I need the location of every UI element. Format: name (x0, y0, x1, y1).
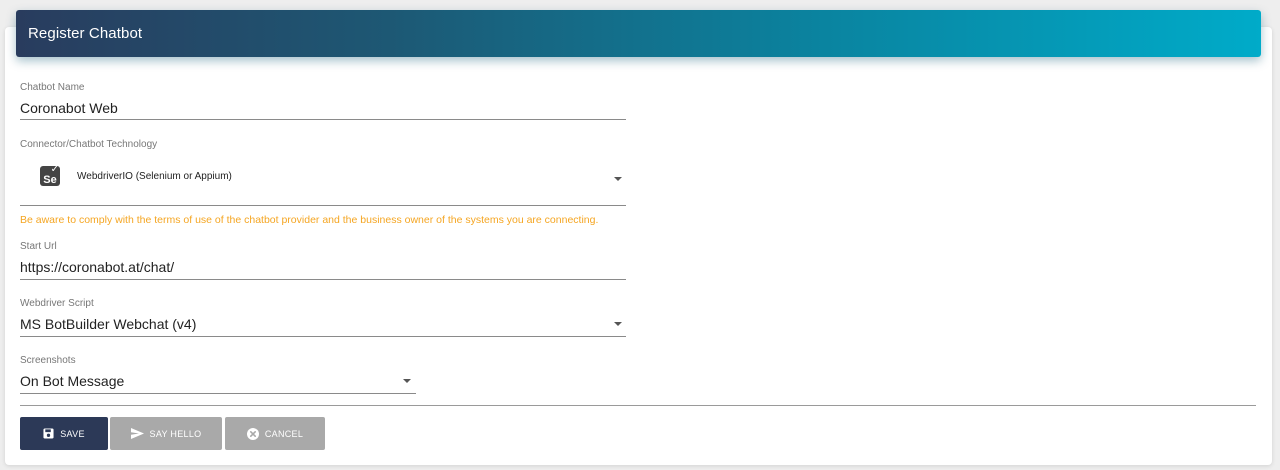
cancel-button[interactable]: CANCEL (225, 417, 325, 450)
screenshots-selected-value: On Bot Message (20, 373, 125, 389)
save-icon (43, 428, 54, 439)
terms-warning-text: Be aware to comply with the terms of use… (20, 214, 599, 226)
webdriver-script-selected-value: MS BotBuilder Webchat (v4) (20, 316, 197, 332)
page-title: Register Chatbot (28, 25, 143, 42)
chevron-down-icon[interactable] (614, 177, 622, 181)
save-button[interactable]: SAVE (20, 417, 108, 450)
card-header: Register Chatbot (16, 10, 1261, 57)
chatbot-name-label: Chatbot Name (20, 82, 85, 93)
chatbot-name-underline (20, 119, 626, 120)
screenshots-label: Screenshots (20, 355, 76, 366)
start-url-input[interactable]: https://coronabot.at/chat/ (20, 259, 174, 275)
chevron-down-icon[interactable] (614, 322, 622, 326)
selenium-icon-text: Se (43, 174, 57, 186)
webdriver-script-label: Webdriver Script (20, 298, 94, 309)
connector-underline (20, 205, 626, 206)
say-hello-button[interactable]: SAY HELLO (110, 417, 222, 450)
start-url-underline (20, 279, 626, 280)
selenium-icon: ✓ Se (40, 164, 60, 186)
save-button-label: SAVE (60, 428, 85, 439)
chatbot-name-input[interactable]: Coronabot Web (20, 100, 118, 116)
connector-label: Connector/Chatbot Technology (20, 139, 158, 150)
start-url-label: Start Url (20, 241, 57, 252)
register-chatbot-card (5, 27, 1272, 465)
send-icon (130, 428, 144, 439)
connector-select[interactable]: Connector/Chatbot Technology ✓ Se Webdri… (20, 139, 626, 207)
cancel-button-label: CANCEL (264, 428, 304, 439)
chevron-down-icon[interactable] (403, 379, 411, 383)
cancel-icon (246, 427, 259, 440)
form-divider (20, 405, 1256, 406)
connector-selected-value: WebdriverIO (Selenium or Appium) (77, 170, 232, 182)
webdriver-script-underline (20, 336, 626, 337)
say-hello-button-label: SAY HELLO (149, 428, 202, 439)
screenshots-underline (20, 393, 416, 394)
